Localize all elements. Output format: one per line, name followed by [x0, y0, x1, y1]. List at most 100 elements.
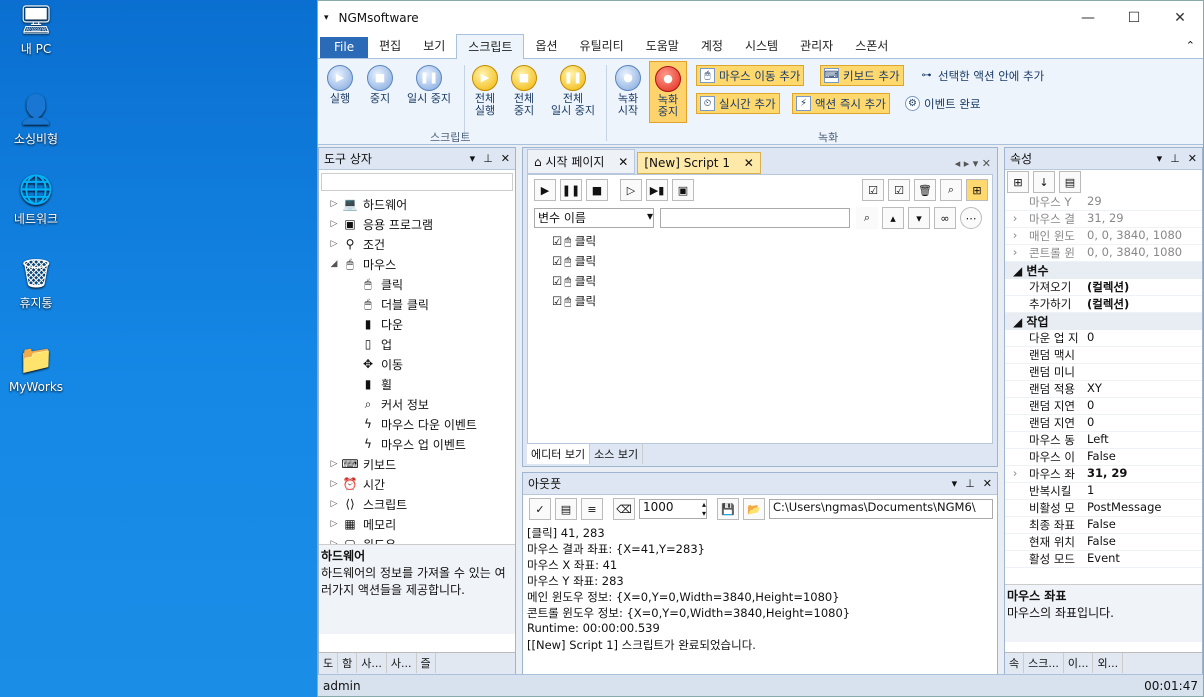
tree-item[interactable]: ▷▢ 윈도우: [327, 534, 515, 544]
property-row[interactable]: 랜덤 미니: [1005, 364, 1202, 381]
move-down-icon[interactable]: ▾: [908, 207, 930, 229]
tree-item[interactable]: ϟ 마우스 업 이벤트: [327, 434, 515, 454]
loop-icon[interactable]: ∞: [934, 207, 956, 229]
tree-item[interactable]: ✥ 이동: [327, 354, 515, 374]
property-row[interactable]: 랜덤 맥시: [1005, 347, 1202, 364]
property-pages-icon[interactable]: ▤: [1059, 171, 1081, 193]
list-icon[interactable]: ≡: [581, 498, 603, 520]
menu-7[interactable]: 계정: [690, 34, 734, 58]
categorized-icon[interactable]: ⊞: [1007, 171, 1029, 193]
variable-select[interactable]: 변수 이름 ▾: [534, 208, 654, 228]
expand-icon[interactable]: ▷: [327, 219, 341, 229]
tree-item[interactable]: ▷ ▣ 응용 프로그램: [327, 214, 515, 234]
property-value[interactable]: PostMessage: [1085, 500, 1202, 516]
dropdown-icon[interactable]: ▾: [1157, 152, 1163, 165]
property-row[interactable]: 마우스 Y 29: [1005, 194, 1202, 211]
tree-item[interactable]: ▷ ⏰ 시간: [327, 474, 515, 494]
expand-icon[interactable]: [1005, 551, 1025, 567]
property-row[interactable]: 추가하기 (컬렉션): [1005, 296, 1202, 313]
desktop-icon[interactable]: 👤 소싱비형: [4, 92, 68, 147]
script-row[interactable]: ☑ 🖱 클릭: [552, 273, 992, 293]
property-value[interactable]: Event: [1085, 551, 1202, 567]
tab-editor-view[interactable]: 에디터 보기: [527, 444, 591, 464]
expand-icon[interactable]: ▷: [327, 239, 341, 249]
run-button[interactable]: ▶ 실행: [322, 65, 358, 105]
menu-10[interactable]: 스폰서: [844, 34, 899, 58]
menu-6[interactable]: 도움말: [635, 34, 690, 58]
property-row[interactable]: › 매인 윈도 0, 0, 3840, 1080: [1005, 228, 1202, 245]
menu-1[interactable]: 편집: [368, 34, 412, 58]
property-value[interactable]: 0: [1085, 398, 1202, 414]
script-row[interactable]: ☑ 🖱 클릭: [552, 233, 992, 253]
add-keyboard-button[interactable]: ⌨ 키보드 추가: [820, 65, 904, 86]
menu-3[interactable]: 스크립트: [456, 34, 525, 59]
expand-icon[interactable]: [1005, 500, 1025, 516]
stop-button[interactable]: ■ 중지: [362, 65, 398, 105]
menu-4[interactable]: 옵션: [524, 34, 568, 58]
property-row[interactable]: 최종 좌표 False: [1005, 517, 1202, 534]
expand-icon[interactable]: [1005, 415, 1025, 431]
uncheck-icon[interactable]: ☑: [888, 179, 910, 201]
menu-8[interactable]: 시스템: [734, 34, 789, 58]
toolbox-search-input[interactable]: [321, 173, 513, 191]
step-into-icon[interactable]: ▶▮: [646, 179, 668, 201]
pin-icon[interactable]: ⊥: [483, 152, 493, 165]
checkbox[interactable]: ☑: [552, 294, 562, 308]
play-icon[interactable]: ▶: [534, 179, 556, 201]
expand-icon[interactable]: [1005, 432, 1025, 448]
property-value[interactable]: (컬렉션): [1085, 279, 1202, 295]
tab-script-1[interactable]: [New] Script 1 ✕: [637, 152, 761, 174]
property-value[interactable]: 0, 0, 3840, 1080: [1085, 245, 1202, 261]
folder-icon[interactable]: 📂: [743, 498, 765, 520]
desktop-icon[interactable]: 🖥 내 PC: [4, 2, 68, 57]
close-tab-icon[interactable]: ✕: [618, 155, 628, 169]
expand-icon[interactable]: [1005, 347, 1025, 363]
toolbox-tab[interactable]: 도: [319, 653, 339, 673]
step-over-icon[interactable]: ▣: [672, 179, 694, 201]
close-icon[interactable]: ✕: [983, 477, 992, 490]
toolbox-tab[interactable]: 사...: [357, 653, 387, 673]
desktop-icon[interactable]: 🗑 휴지통: [4, 256, 68, 311]
add-mouse-move-button[interactable]: 🖱 마우스 이동 추가: [696, 65, 805, 86]
line-count-stepper[interactable]: 1000 ▴ ▾: [639, 499, 707, 519]
property-value[interactable]: 29: [1085, 194, 1202, 210]
expand-icon[interactable]: [1005, 483, 1025, 499]
property-category[interactable]: ◢ 변수: [1005, 262, 1202, 279]
pause-icon[interactable]: ❚❚: [560, 179, 582, 201]
property-value[interactable]: 1: [1085, 483, 1202, 499]
menu-0[interactable]: File: [320, 37, 369, 58]
properties-tab[interactable]: 외...: [1093, 653, 1124, 673]
expand-icon[interactable]: [1005, 449, 1025, 465]
expand-icon[interactable]: [1005, 381, 1025, 397]
tab-source-view[interactable]: 소스 보기: [590, 444, 644, 464]
toolbox-tab[interactable]: 함: [338, 653, 358, 673]
close-tab-icon[interactable]: ✕: [744, 156, 754, 170]
maximize-button[interactable]: ☐: [1111, 10, 1157, 26]
property-value[interactable]: 0: [1085, 330, 1202, 346]
property-row[interactable]: 다운 업 지 0: [1005, 330, 1202, 347]
minimize-button[interactable]: —: [1065, 10, 1111, 26]
property-row[interactable]: 마우스 동 Left: [1005, 432, 1202, 449]
pin-icon[interactable]: ⊥: [965, 477, 975, 490]
property-value[interactable]: Left: [1085, 432, 1202, 448]
tree-item[interactable]: ▮ 휠: [327, 374, 515, 394]
desktop-icon[interactable]: 📁 MyWorks: [4, 342, 68, 395]
property-row[interactable]: 비활성 모 PostMessage: [1005, 500, 1202, 517]
property-row[interactable]: › 마우스 좌 31, 29: [1005, 466, 1202, 483]
properties-tab[interactable]: 스크...: [1024, 653, 1064, 673]
property-row[interactable]: 랜덤 적용 XY: [1005, 381, 1202, 398]
expand-icon[interactable]: ▷: [327, 479, 341, 489]
step-icon[interactable]: ▷: [620, 179, 642, 201]
checkbox[interactable]: ☑: [552, 234, 562, 248]
close-icon[interactable]: ✕: [1188, 152, 1197, 165]
tree-item[interactable]: ▮ 다운: [327, 314, 515, 334]
close-icon[interactable]: ✕: [501, 152, 510, 165]
close-icon[interactable]: ✕: [982, 157, 991, 170]
expand-icon[interactable]: ▷: [327, 199, 341, 209]
property-value[interactable]: False: [1085, 517, 1202, 533]
tree-item[interactable]: ⌕ 커서 정보: [327, 394, 515, 414]
property-row[interactable]: 마우스 이 False: [1005, 449, 1202, 466]
sort-alpha-icon[interactable]: ↓: [1033, 171, 1055, 193]
move-up-icon[interactable]: ▴: [882, 207, 904, 229]
menu-5[interactable]: 유틸리티: [569, 34, 635, 58]
